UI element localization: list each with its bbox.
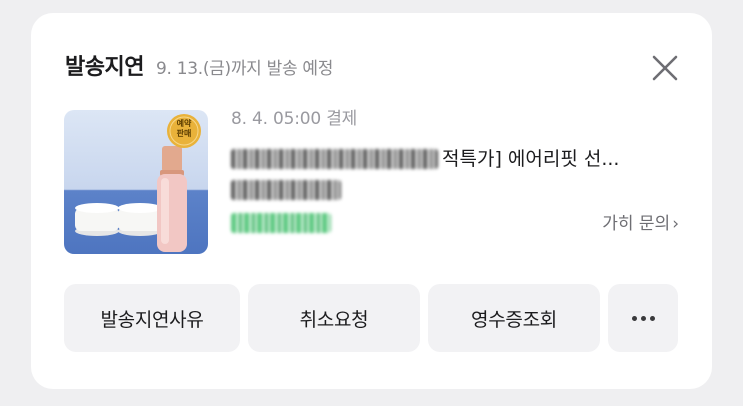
card-header: 발송지연 9. 13.(금)까지 발송 예정 (65, 49, 333, 81)
inquiry-label: 가히 문의 (602, 214, 671, 234)
order-card: 발송지연 9. 13.(금)까지 발송 예정 예약 판매 8. 4. 05:00… (31, 13, 712, 389)
redacted-text (231, 149, 438, 169)
shipping-estimate: 9. 13.(금)까지 발송 예정 (155, 59, 334, 79)
chevron-right-icon: › (672, 214, 679, 234)
order-info: 8. 4. 05:00 결제 적특가] 에어리핏 선... 가히 문의 › (231, 106, 691, 239)
action-buttons: 발송지연사유 취소요청 영수증조회 (64, 284, 678, 352)
option-row: 가히 문의 › (231, 209, 691, 239)
payment-date: 8. 4. 05:00 결제 (231, 109, 358, 129)
redacted-option (231, 213, 331, 233)
status-title: 발송지연 (65, 55, 144, 80)
preorder-badge: 예약 판매 (176, 119, 192, 138)
close-icon[interactable] (648, 51, 682, 85)
receipt-button[interactable]: 영수증조회 (428, 284, 600, 352)
product-thumbnail[interactable]: 예약 판매 (64, 110, 208, 254)
delay-reason-button[interactable]: 발송지연사유 (64, 284, 240, 352)
product-name[interactable]: 적특가] 에어리핏 선... (231, 144, 691, 204)
more-dots-icon (631, 315, 655, 321)
redacted-text (231, 180, 341, 200)
more-button[interactable] (608, 284, 678, 352)
cancel-request-button[interactable]: 취소요청 (248, 284, 420, 352)
product-name-text: 적특가] 에어리핏 선... (442, 148, 620, 170)
seller-inquiry-link[interactable]: 가히 문의 › (602, 209, 679, 239)
